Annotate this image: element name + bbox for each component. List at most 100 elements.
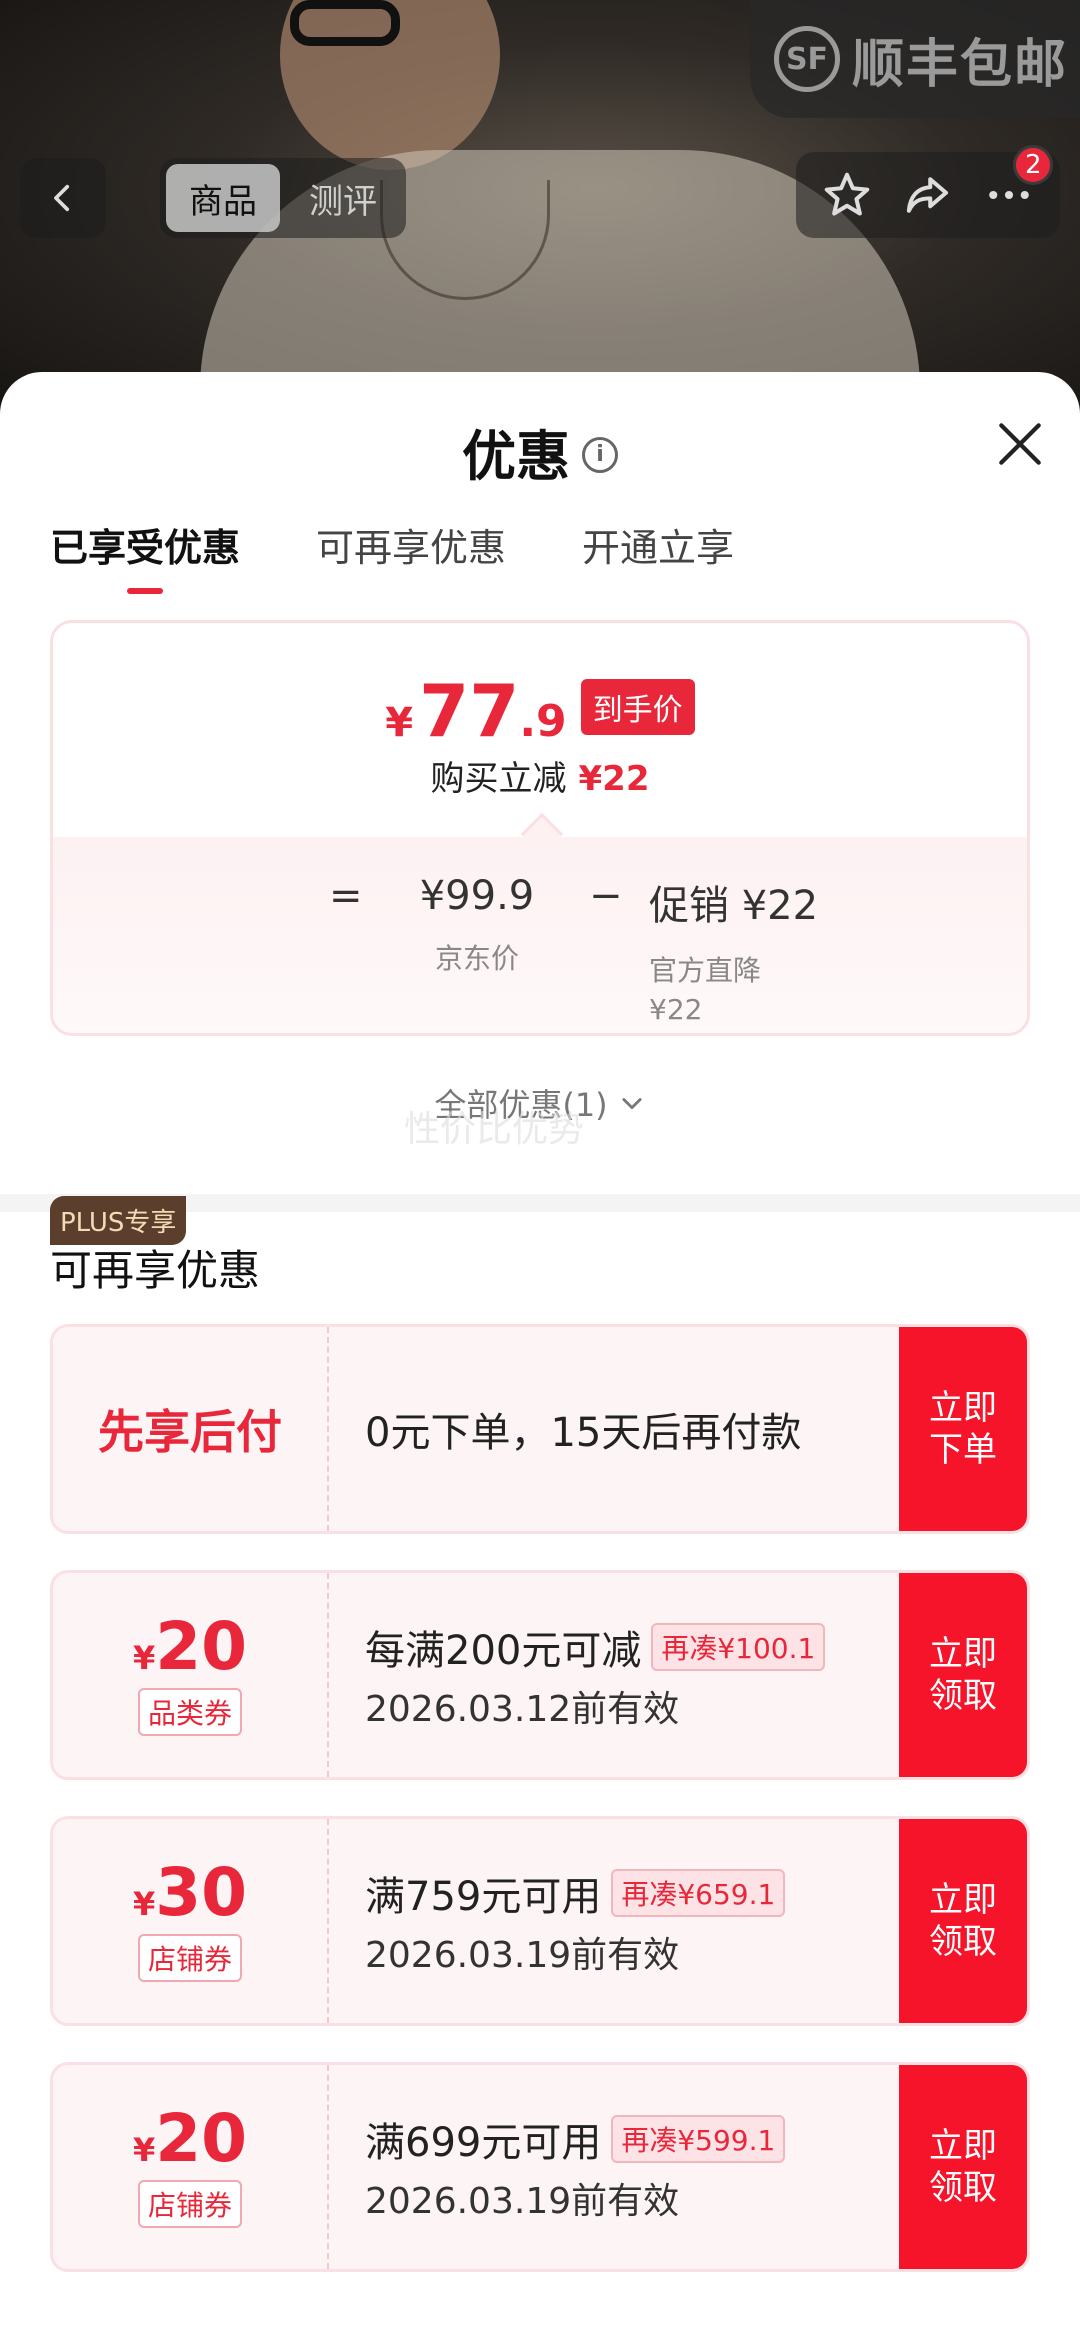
tab-enjoyed[interactable]: 已享受优惠 <box>50 517 240 588</box>
final-price-tag: 到手价 <box>580 679 695 735</box>
close-button[interactable] <box>988 412 1052 476</box>
bnpl-label: 先享后付 <box>98 1405 282 1459</box>
message-count-badge: 2 <box>1013 145 1054 185</box>
price-breakdown-card: ¥ 77 .9 到手价 购买立减 ¥22 = ¥99.9 京东价 − 促销 ¥22… <box>50 620 1030 1036</box>
currency-symbol: ¥ <box>132 1639 156 1677</box>
more-button[interactable]: 2 <box>979 145 1054 225</box>
final-price: ¥ 77 .9 <box>385 675 566 747</box>
back-button[interactable] <box>20 158 106 238</box>
coupon-condition-row: 满699元可用 再凑¥599.1 <box>365 2110 897 2168</box>
coupon-amount: ¥ 20 <box>133 1614 247 1680</box>
purchase-reduce-row: 购买立减 ¥22 <box>53 751 1027 800</box>
coupon-amount-value: 20 <box>155 1608 248 1685</box>
claim-button[interactable]: 立即 领取 <box>899 2065 1027 2269</box>
sf-shipping-text: 顺丰包邮 <box>852 34 1069 95</box>
sf-logo-icon: SF <box>774 26 840 92</box>
tab-product[interactable]: 商品 <box>166 164 280 232</box>
jd-price-block: ¥99.9 京东价 <box>397 873 557 977</box>
cta-line: 立即 <box>929 1879 997 1920</box>
coupon-condition: 满699元可用 <box>365 2120 602 2166</box>
claim-button[interactable]: 立即 领取 <box>899 1819 1027 2023</box>
cta-line: 下单 <box>929 1430 997 1470</box>
coupon-card: ¥ 20 品类券 每满200元可减 再凑¥100.1 2026.03.12前有效… <box>50 1570 1030 1780</box>
coupon-left: ¥ 20 店铺券 <box>53 2065 327 2269</box>
coupon-middle: 每满200元可减 再凑¥100.1 2026.03.12前有效 <box>365 1573 897 1777</box>
cta-line: 领取 <box>929 1922 997 1962</box>
coupon-card: ¥ 30 店铺券 满759元可用 再凑¥659.1 2026.03.19前有效 … <box>50 1816 1030 2026</box>
final-price-decimal: .9 <box>519 696 567 747</box>
bnpl-left: 先享后付 <box>53 1327 327 1531</box>
coupon-condition-row: 每满200元可减 再凑¥100.1 <box>365 1618 897 1676</box>
close-icon <box>999 423 1041 465</box>
sheet-title: 优惠 <box>462 425 570 488</box>
tab-activate[interactable]: 开通立享 <box>582 517 734 588</box>
coupon-left: ¥ 30 店铺券 <box>53 1819 327 2023</box>
promo-label: 官方直降 <box>649 954 762 987</box>
coupon-card: ¥ 20 店铺券 满699元可用 再凑¥599.1 2026.03.19前有效 … <box>50 2062 1030 2272</box>
favorite-button[interactable] <box>817 165 877 225</box>
sf-free-shipping-badge: SF 顺丰包邮 <box>750 0 1080 118</box>
info-icon[interactable]: i <box>582 436 618 473</box>
bnpl-middle: 0元下单，15天后再付款 <box>365 1327 897 1531</box>
chevron-left-icon <box>54 184 70 212</box>
cta-line: 立即 <box>929 2125 997 2166</box>
coupon-condition-row: 满759元可用 再凑¥659.1 <box>365 1864 897 1922</box>
coupon-condition: 每满200元可减 <box>365 1628 642 1674</box>
coupon-middle: 满699元可用 再凑¥599.1 2026.03.19前有效 <box>365 2065 897 2269</box>
card-separator <box>327 1573 329 1777</box>
card-separator <box>327 1819 329 2023</box>
coupon-left: ¥ 20 品类券 <box>53 1573 327 1777</box>
plus-exclusive-tag: PLUS专享 <box>50 1196 187 1245</box>
currency-symbol: ¥ <box>132 1885 156 1923</box>
tab-review[interactable]: 测评 <box>286 164 400 232</box>
coupon-type: 店铺券 <box>137 2180 242 2228</box>
cta-line: 领取 <box>929 1676 997 1716</box>
coupon-extra-needed: 再凑¥659.1 <box>611 1869 786 1917</box>
final-price-integer: 77 <box>419 669 520 753</box>
card-separator <box>327 1327 329 1531</box>
currency-symbol: ¥ <box>385 700 414 746</box>
chevron-down-icon <box>622 1098 642 1110</box>
coupon-amount: ¥ 20 <box>133 2106 247 2172</box>
coupon-amount-value: 30 <box>155 1854 248 1931</box>
minus-sign: − <box>589 873 623 919</box>
promo-block: 促销 ¥22 官方直降 ¥22 <box>649 873 818 1026</box>
coupon-amount: ¥ 30 <box>133 1860 247 1926</box>
share-icon <box>906 177 949 213</box>
product-segment-tabs: 商品 测评 <box>160 158 406 238</box>
coupon-type: 品类券 <box>137 1688 242 1736</box>
coupon-expiry: 2026.03.19前有效 <box>365 1935 680 1976</box>
currency-symbol: ¥ <box>132 2131 156 2169</box>
card-separator <box>327 2065 329 2269</box>
header-actions: 2 <box>796 145 1060 238</box>
coupon-condition: 满759元可用 <box>365 1874 602 1920</box>
cta-line: 领取 <box>929 2168 997 2208</box>
purchase-reduce-label: 购买立减 <box>430 759 567 799</box>
star-icon <box>824 172 869 216</box>
cta-line: 立即 <box>929 1387 997 1428</box>
claim-button[interactable]: 立即 领取 <box>899 1573 1027 1777</box>
section-title-available: 可再享优惠 <box>50 1246 261 1295</box>
order-now-button[interactable]: 立即 下单 <box>899 1327 1027 1531</box>
promo-value: 促销 ¥22 <box>649 883 819 929</box>
coupon-expiry: 2026.03.12前有效 <box>365 1689 680 1730</box>
coupon-type: 店铺券 <box>137 1934 242 1982</box>
coupon-extra-needed: 再凑¥100.1 <box>651 1623 826 1671</box>
jd-price-value: ¥99.9 <box>419 873 535 919</box>
coupon-amount-value: 20 <box>155 2100 248 2177</box>
floating-overlay-text: 性价比优势 <box>404 1109 585 1150</box>
jd-price-label: 京东价 <box>434 942 519 975</box>
tab-available[interactable]: 可再享优惠 <box>316 517 506 588</box>
sheet-header: 优惠 i <box>0 412 1080 491</box>
bnpl-card: 先享后付 0元下单，15天后再付款 立即 下单 <box>50 1324 1030 1534</box>
discount-tabs: 已享受优惠 可再享优惠 开通立享 <box>50 517 734 588</box>
cta-line: 立即 <box>929 1633 997 1674</box>
share-button[interactable] <box>898 165 958 225</box>
coupon-middle: 满759元可用 再凑¥659.1 2026.03.19前有效 <box>365 1819 897 2023</box>
coupon-expiry: 2026.03.19前有效 <box>365 2181 680 2222</box>
promo-sub-value: ¥22 <box>649 993 703 1026</box>
equals-sign: = <box>329 873 363 919</box>
price-formula: = ¥99.9 京东价 − 促销 ¥22 官方直降 ¥22 <box>53 863 1027 1026</box>
coupon-extra-needed: 再凑¥599.1 <box>611 2115 786 2163</box>
purchase-reduce-value: ¥22 <box>578 759 650 799</box>
